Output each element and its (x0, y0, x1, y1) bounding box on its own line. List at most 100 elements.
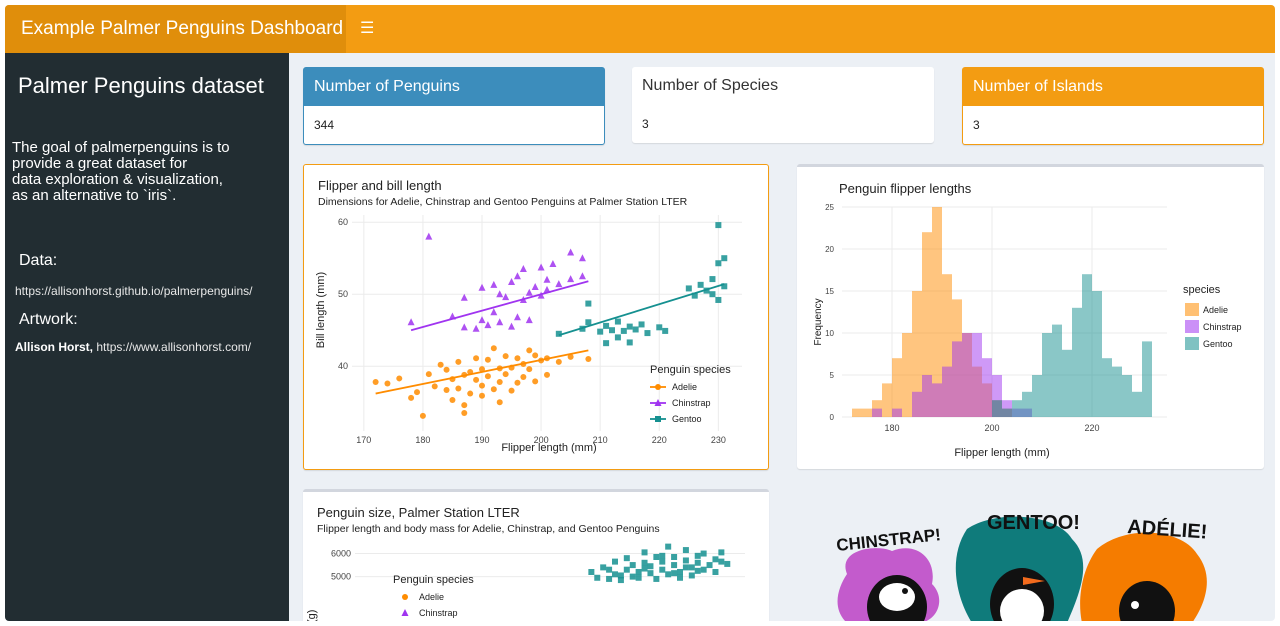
data-point (721, 255, 728, 262)
data-point (724, 560, 731, 567)
value-box-species: Number of Species 3 (632, 67, 934, 143)
x-axis-label: Flipper length (mm) (501, 442, 596, 454)
data-point (612, 558, 618, 565)
data-point (443, 366, 450, 373)
data-point (425, 371, 432, 378)
data-point (514, 379, 521, 386)
y-tick-label: 10 (825, 329, 834, 338)
data-point (614, 334, 621, 341)
data-point (694, 559, 701, 566)
data-point (644, 330, 651, 337)
data-point (685, 285, 692, 292)
data-point (629, 573, 636, 580)
data-point (484, 373, 491, 380)
legend-title: Penguin species (393, 574, 474, 586)
data-point (484, 356, 491, 363)
data-point (526, 366, 533, 373)
value-box-value: 3 (642, 117, 649, 131)
data-point (544, 371, 550, 378)
x-tick-label: 210 (593, 435, 608, 445)
legend-label: Chinstrap (672, 398, 711, 408)
flipper-histogram: Penguin flipper lengths Frequency Flippe… (813, 181, 1242, 459)
histogram-bar (1112, 366, 1122, 417)
data-point (467, 390, 474, 397)
value-box-title: Number of Species (642, 77, 779, 94)
app-title[interactable]: Example Palmer Penguins Dashboard (5, 5, 346, 53)
data-point (419, 412, 426, 419)
data-point (653, 554, 660, 560)
data-point (597, 328, 604, 335)
data-point (606, 566, 613, 573)
legend-label: Adelie (1203, 305, 1228, 315)
histogram-bar (892, 358, 902, 417)
value-box-title: Number of Penguins (304, 68, 604, 106)
y-axis-label: Bill length (mm) (315, 272, 327, 348)
x-tick-label: 200 (534, 435, 549, 445)
histogram-bar (1002, 408, 1012, 417)
data-point (609, 327, 615, 334)
data-point (694, 552, 701, 559)
data-point (431, 383, 438, 390)
histogram-bar (1062, 349, 1072, 417)
data-point (508, 387, 515, 394)
value-box-islands: Number of Islands 3 (962, 67, 1264, 145)
data-point (473, 376, 480, 383)
flipper-bill-scatter: Flipper and bill length Dimensions for A… (315, 178, 742, 454)
penguin-size-scatter: Penguin size, Palmer Station LTER Flippe… (306, 505, 745, 621)
data-point (635, 574, 642, 581)
data-point (671, 570, 678, 577)
data-point (526, 347, 533, 354)
data-point (662, 327, 669, 334)
data-link[interactable]: https://allisonhorst.github.io/palmerpen… (15, 284, 252, 298)
x-tick-label: 190 (474, 435, 489, 445)
data-point (653, 575, 660, 582)
data-point (603, 322, 610, 329)
data-point (712, 556, 719, 563)
data-point (372, 379, 379, 386)
sidebar-toggle-icon[interactable]: ☰ (360, 19, 374, 39)
x-tick-label: 180 (415, 435, 430, 445)
data-point (632, 326, 639, 333)
data-point (520, 374, 527, 380)
data-point (588, 569, 595, 575)
histogram-bar (932, 383, 942, 417)
data-point (641, 549, 648, 556)
chart-subtitle: Dimensions for Adelie, Chinstrap and Gen… (318, 196, 688, 208)
artwork-link[interactable]: https://www.allisonhorst.com/ (96, 340, 251, 354)
legend-swatch (1185, 320, 1199, 333)
artwork-author: Allison Horst, (15, 340, 94, 354)
data-point (594, 574, 601, 581)
legend-label: Gentoo (1203, 339, 1233, 349)
data-point (659, 552, 666, 559)
data-point (682, 564, 689, 571)
data-point (715, 260, 722, 267)
x-tick-label: 170 (356, 435, 371, 445)
data-point (585, 300, 592, 307)
data-point (437, 361, 444, 368)
value-box-value: 3 (973, 118, 980, 132)
chart-subtitle: Flipper length and body mass for Adelie,… (317, 523, 660, 535)
y-tick-label: 20 (825, 245, 834, 254)
data-point (620, 327, 627, 334)
data-point (635, 569, 642, 575)
data-point (671, 562, 678, 569)
data-point (600, 564, 607, 571)
histogram-bar (1132, 391, 1142, 417)
histogram-bar (1022, 391, 1032, 417)
data-point (682, 557, 689, 564)
data-point (712, 569, 719, 575)
y-tick-label: 6000 (331, 549, 351, 559)
histogram-bar (1032, 375, 1042, 417)
legend-label: Adelie (672, 382, 697, 392)
legend-marker (655, 416, 661, 422)
data-point (677, 574, 683, 581)
data-point (384, 380, 391, 387)
data-point (706, 562, 713, 569)
chart-title: Penguin size, Palmer Station LTER (317, 505, 520, 520)
data-point (626, 339, 633, 346)
data-point (585, 319, 592, 326)
legend-marker (402, 594, 408, 600)
legend-marker (655, 384, 661, 390)
data-heading: Data: (19, 252, 58, 269)
histogram-bar (1142, 341, 1152, 417)
